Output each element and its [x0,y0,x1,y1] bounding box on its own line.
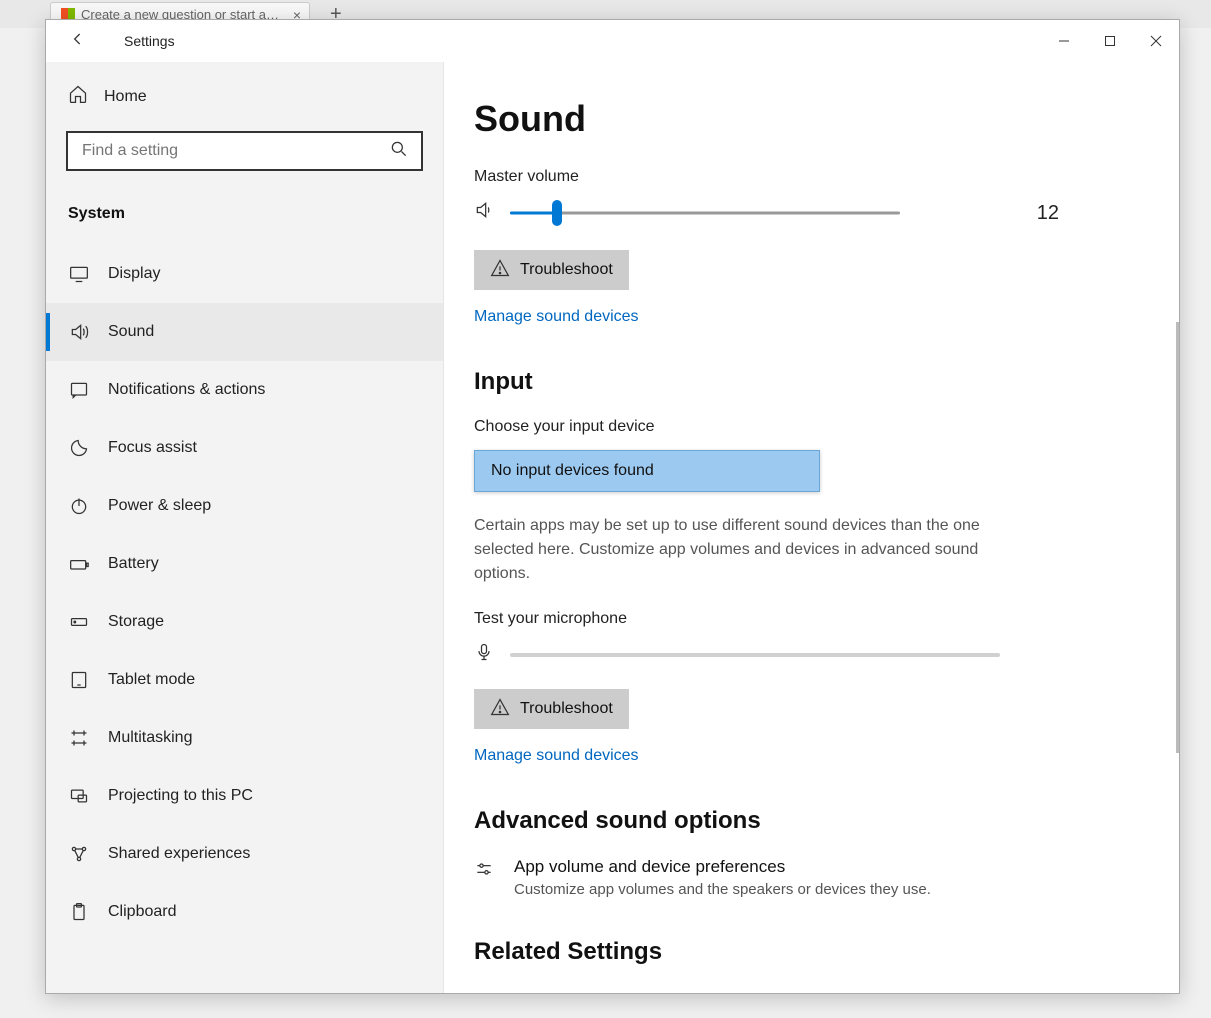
clipboard-icon [68,902,90,922]
input-device-dropdown[interactable]: No input devices found [474,450,820,492]
notifications-icon [68,380,90,400]
sidebar-item-label: Clipboard [108,903,176,921]
settings-search[interactable] [66,131,423,171]
sound-icon [68,322,90,342]
settings-content: Sound Master volume 12 Troubleshoot [444,62,1179,993]
input-desc: Certain apps may be set up to use differ… [474,514,1034,586]
troubleshoot-label: Troubleshoot [520,261,613,279]
sidebar-item-battery[interactable]: Battery [46,535,443,593]
microphone-icon [474,642,494,667]
slider-fill [510,212,557,215]
sidebar-category: System [46,197,443,245]
app-volume-preferences[interactable]: App volume and device preferences Custom… [474,857,1149,898]
focus-assist-icon [68,438,90,458]
sidebar-item-power-sleep[interactable]: Power & sleep [46,477,443,535]
sidebar-item-label: Storage [108,613,164,631]
back-arrow-icon[interactable] [68,29,88,54]
input-device-value: No input devices found [491,462,654,480]
storage-icon [68,612,90,632]
warning-icon [490,697,510,722]
sidebar-item-sound[interactable]: Sound [46,303,443,361]
microphone-level-bar [510,653,1000,657]
troubleshoot-input-button[interactable]: Troubleshoot [474,689,629,729]
warning-icon [490,258,510,283]
maximize-button[interactable] [1087,25,1133,57]
sidebar-item-display[interactable]: Display [46,245,443,303]
sidebar-item-label: Display [108,265,160,283]
sidebar-item-label: Tablet mode [108,671,195,689]
sidebar-item-focus-assist[interactable]: Focus assist [46,419,443,477]
related-settings-heading: Related Settings [474,938,1149,966]
search-input[interactable] [68,142,377,160]
search-icon [377,139,421,164]
sidebar-item-label: Focus assist [108,439,197,457]
sidebar-item-label: Power & sleep [108,497,211,515]
sidebar-item-notifications[interactable]: Notifications & actions [46,361,443,419]
sidebar-item-shared-experiences[interactable]: Shared experiences [46,825,443,883]
sliders-icon [474,857,494,898]
settings-sidebar: Home System Display Sound [46,62,444,993]
home-icon [68,84,88,109]
manage-sound-devices-link[interactable]: Manage sound devices [474,308,639,326]
sidebar-home-label: Home [104,88,147,106]
sidebar-item-label: Multitasking [108,729,192,747]
sidebar-item-tablet-mode[interactable]: Tablet mode [46,651,443,709]
sidebar-item-label: Projecting to this PC [108,787,253,805]
manage-sound-devices-link-2[interactable]: Manage sound devices [474,747,639,765]
troubleshoot-label: Troubleshoot [520,700,613,718]
display-icon [68,264,90,284]
troubleshoot-output-button[interactable]: Troubleshoot [474,250,629,290]
tablet-icon [68,670,90,690]
page-title: Sound [474,98,1149,140]
scrollbar[interactable] [1176,322,1179,753]
volume-value: 12 [1037,202,1149,225]
sidebar-item-storage[interactable]: Storage [46,593,443,651]
speaker-icon[interactable] [474,200,494,226]
settings-window: Settings Home [45,19,1180,994]
app-volume-desc: Customize app volumes and the speakers o… [514,881,931,898]
advanced-heading: Advanced sound options [474,807,1149,835]
sidebar-item-projecting[interactable]: Projecting to this PC [46,767,443,825]
sidebar-item-label: Sound [108,323,154,341]
projecting-icon [68,786,90,806]
power-icon [68,496,90,516]
close-button[interactable] [1133,25,1179,57]
sidebar-item-multitasking[interactable]: Multitasking [46,709,443,767]
window-titlebar: Settings [46,20,1179,62]
slider-thumb[interactable] [552,200,562,226]
sidebar-home[interactable]: Home [46,70,443,131]
sidebar-item-clipboard[interactable]: Clipboard [46,883,443,941]
sidebar-item-label: Shared experiences [108,845,250,863]
app-volume-title: App volume and device preferences [514,857,931,877]
battery-icon [68,554,90,574]
volume-slider[interactable] [510,201,900,225]
sidebar-item-label: Battery [108,555,159,573]
sidebar-item-label: Notifications & actions [108,381,265,399]
input-heading: Input [474,368,1149,396]
multitasking-icon [68,728,90,748]
test-mic-label: Test your microphone [474,610,1149,628]
shared-icon [68,844,90,864]
slider-track [510,212,900,215]
minimize-button[interactable] [1041,25,1087,57]
window-title: Settings [106,33,175,49]
master-volume-label: Master volume [474,168,1149,186]
choose-input-label: Choose your input device [474,418,1149,436]
